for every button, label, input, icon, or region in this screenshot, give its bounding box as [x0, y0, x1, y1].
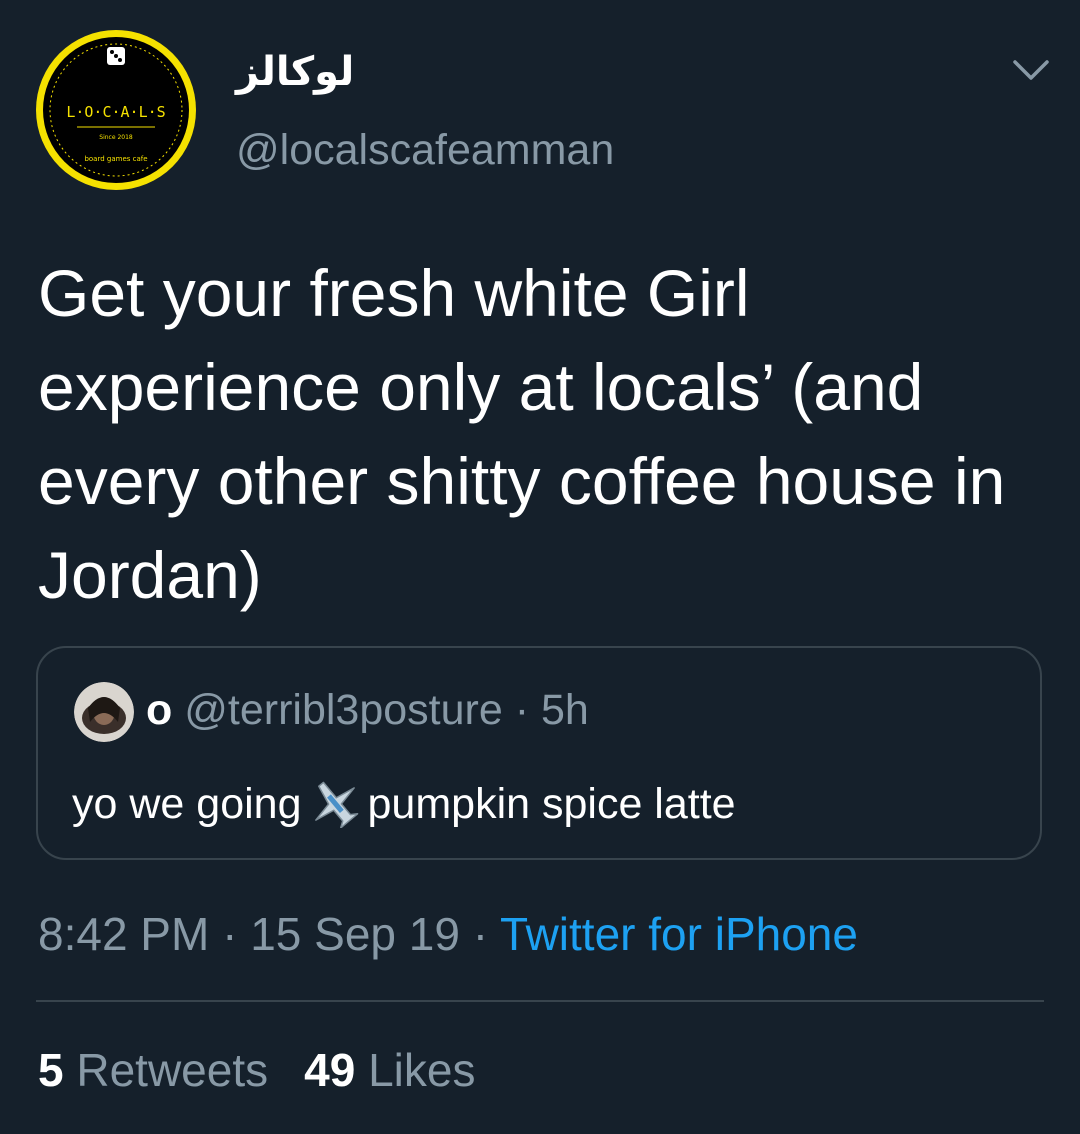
engagement-stats: 5 Retweets 49 Likes: [38, 1042, 475, 1098]
quoted-text-after: pumpkin spice latte: [367, 780, 736, 828]
tweet-date: 15 Sep 19: [250, 908, 460, 960]
author-display-name[interactable]: لوكالز: [236, 48, 354, 96]
logo-wordmark: L·O·C·A·L·S: [66, 103, 165, 121]
airplane-emoji-icon: [306, 776, 364, 829]
tweet-source-link[interactable]: Twitter for iPhone: [500, 908, 858, 960]
separator-dot: ·: [472, 908, 489, 960]
separator-dot: ·: [514, 686, 530, 734]
tweet-time: 8:42 PM: [38, 908, 210, 960]
tweet-text: Get your fresh white Girl experience onl…: [38, 256, 1006, 612]
quoted-tweet-text: yo we going pumpkin spice latte: [72, 776, 736, 830]
quoted-tweet-time: 5h: [540, 686, 589, 734]
quoted-text-before: yo we going: [72, 780, 302, 828]
quoted-author-avatar[interactable]: [74, 682, 134, 742]
logo-since: Since 2018: [99, 134, 133, 141]
quoted-author-name[interactable]: o: [146, 686, 172, 734]
likes-stat[interactable]: 49 Likes: [304, 1044, 475, 1096]
logo-tagline: board games cafe: [84, 155, 147, 163]
chevron-down-icon[interactable]: [1011, 56, 1051, 84]
retweets-label: Retweets: [76, 1044, 269, 1096]
tweet-meta: 8:42 PM · 15 Sep 19 · Twitter for iPhone: [38, 906, 858, 962]
dice-icon: [107, 47, 125, 65]
quoted-tweet-header: o @terribl3posture · 5h: [146, 684, 589, 736]
author-avatar[interactable]: L·O·C·A·L·S Since 2018 board games cafe: [33, 27, 199, 193]
quoted-author-handle[interactable]: @terribl3posture: [184, 686, 503, 734]
retweets-count: 5: [38, 1044, 64, 1096]
author-handle[interactable]: @localscafeamman: [236, 124, 614, 176]
separator-dot: ·: [222, 908, 238, 960]
likes-count: 49: [304, 1044, 356, 1096]
quoted-tweet-card[interactable]: o @terribl3posture · 5h yo we going pump…: [36, 646, 1042, 860]
retweets-stat[interactable]: 5 Retweets: [38, 1044, 268, 1096]
likes-label: Likes: [368, 1044, 476, 1096]
divider: [36, 1000, 1044, 1002]
locals-logo: L·O·C·A·L·S Since 2018 board games cafe: [36, 30, 196, 190]
